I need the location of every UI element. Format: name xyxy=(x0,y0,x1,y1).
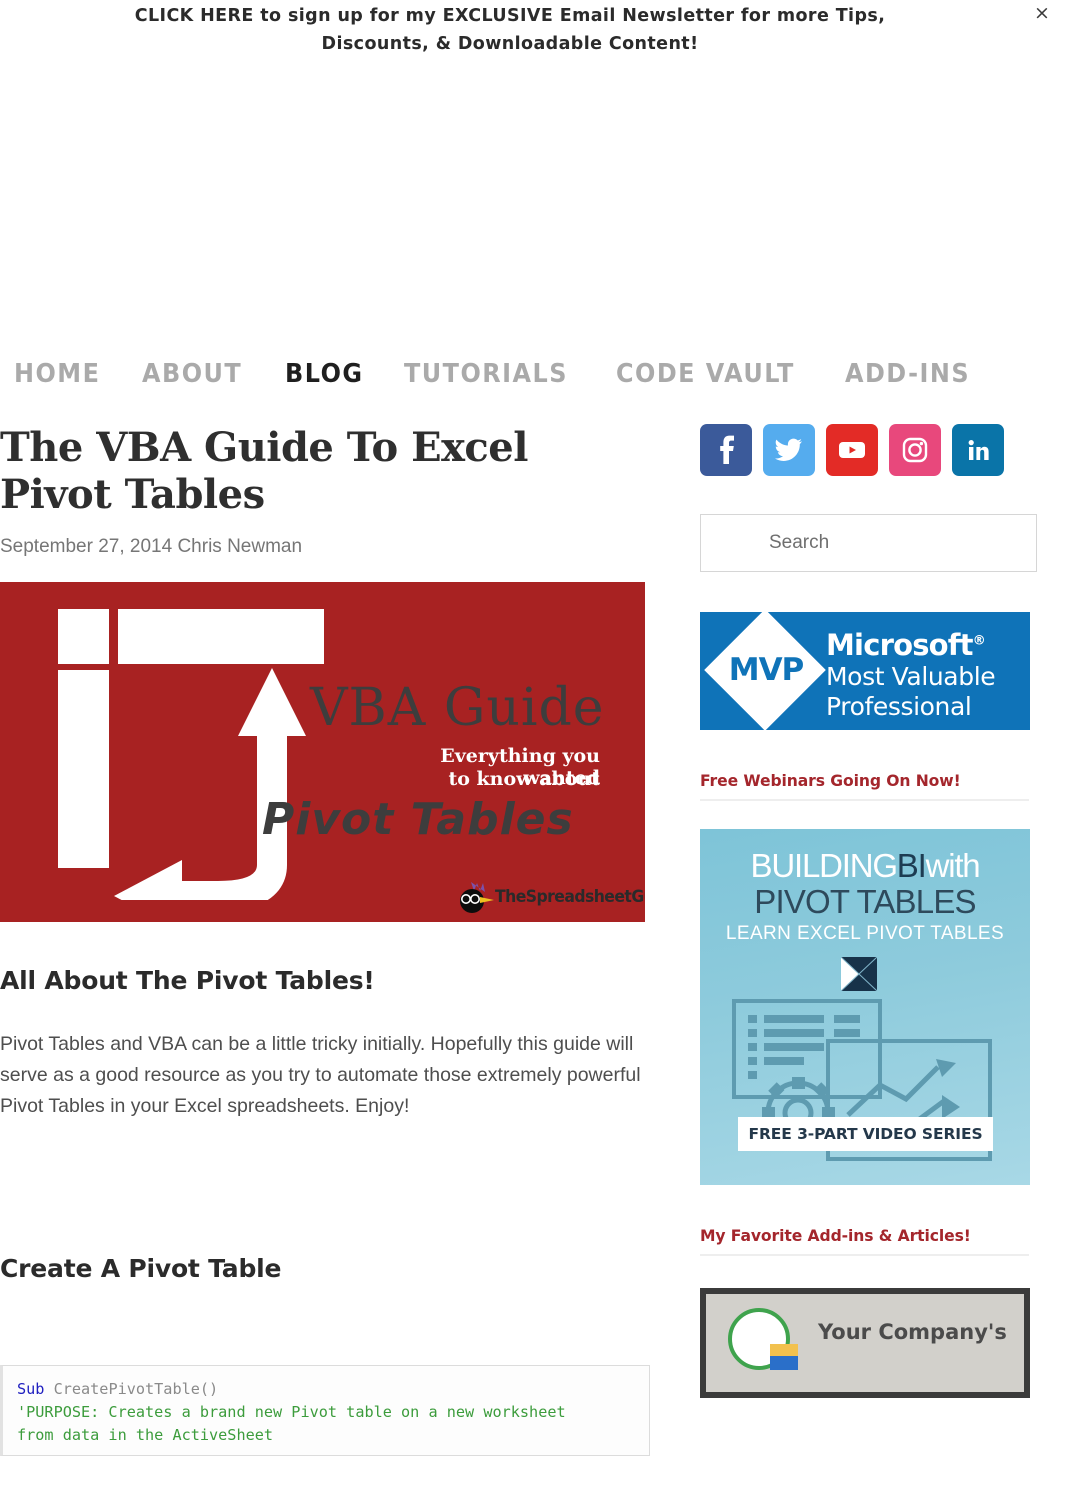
microsoft-mvp-badge[interactable]: MVP Microsoft® Most Valuable Professiona… xyxy=(700,612,1030,730)
section-heading-create-pivot-table: Create A Pivot Table xyxy=(0,1254,282,1283)
addin-ad-text: Your Company's xyxy=(818,1320,1007,1344)
nav-item-home[interactable]: HOME xyxy=(14,359,100,389)
featured-subline-2: to know about xyxy=(448,768,600,790)
youtube-icon[interactable] xyxy=(826,424,878,476)
nav-item-tutorials[interactable]: TUTORIALS xyxy=(404,359,568,389)
bi-ad-line-2: PIVOT TABLES xyxy=(754,883,976,920)
nav-item-add-ins[interactable]: ADD-INS xyxy=(845,359,970,389)
addin-ad-document-icon-band xyxy=(770,1356,798,1370)
divider xyxy=(700,799,1029,801)
code-line-2: 'PURPOSE: Creates a brand new Pivot tabl… xyxy=(17,1403,566,1421)
search-form xyxy=(700,514,1067,572)
bi-ad-line-1a: BUILDING xyxy=(750,847,898,884)
intro-paragraph: Pivot Tables and VBA can be a little tri… xyxy=(0,1033,641,1117)
code-procname: CreatePivotTable() xyxy=(44,1380,219,1398)
widget-title-addins: My Favorite Add-ins & Articles! xyxy=(700,1227,971,1245)
site-logo-text: TheSpreadsheetGuru.com xyxy=(495,887,645,907)
mvp-line-3: Professional xyxy=(826,692,972,721)
guru-bird-icon xyxy=(460,882,494,913)
addin-ad[interactable]: Your Company's xyxy=(700,1288,1030,1398)
post-meta: September 27, 2014 Chris Newman xyxy=(0,536,303,557)
article-column: The VBA Guide To Excel Pivot Tables Sept… xyxy=(0,408,660,1456)
addin-ad-document-icon xyxy=(770,1344,798,1370)
curved-arrow-icon xyxy=(114,668,306,900)
site-header-area xyxy=(0,62,1067,344)
main-navigation: HOME ABOUT BLOG TUTORIALS CODE VAULT ADD… xyxy=(0,350,1067,398)
featured-image: VBA Guide Everything you wanted to know … xyxy=(0,582,645,922)
bi-ad-cta-button[interactable]: FREE 3-PART VIDEO SERIES xyxy=(738,1117,993,1151)
section-heading-all-about: All About The Pivot Tables! xyxy=(0,966,375,995)
mvp-line-1: Microsoft® xyxy=(826,628,986,662)
newsletter-optin-bar: CLICK HERE to sign up for my EXCLUSIVE E… xyxy=(0,0,1067,62)
bi-ad-logo-icon xyxy=(841,957,877,991)
pivot-shape-header-cell xyxy=(58,609,109,664)
instagram-icon[interactable] xyxy=(889,424,941,476)
facebook-icon[interactable] xyxy=(700,424,752,476)
featured-topic: Pivot Tables xyxy=(262,794,574,845)
page-title: The VBA Guide To Excel Pivot Tables xyxy=(0,424,528,518)
building-bi-ad[interactable]: BUILDINGBIwith PIVOT TABLES LEARN EXCEL … xyxy=(700,829,1030,1185)
site-logo: TheSpreadsheetGuru.com xyxy=(455,880,645,914)
linkedin-icon[interactable] xyxy=(952,424,1004,476)
bi-ad-line-1: BUILDINGBIwith xyxy=(700,847,1030,885)
widget-title-webinars: Free Webinars Going On Now! xyxy=(700,772,961,790)
bi-ad-line-1c: with xyxy=(925,847,981,884)
mvp-diamond-label: MVP xyxy=(728,652,805,688)
social-links xyxy=(700,424,1067,476)
mvp-line-1-text: Microsoft xyxy=(826,628,973,662)
divider xyxy=(700,1254,1029,1256)
newsletter-line2: Discounts, & Downloadable Content! xyxy=(321,34,699,54)
sidebar: MVP Microsoft® Most Valuable Professiona… xyxy=(700,408,1067,1398)
mvp-registered-mark: ® xyxy=(972,633,986,649)
newsletter-rest-line1: to sign up for my EXCLUSIVE Email Newsle… xyxy=(253,6,886,26)
pivot-shape-header-row xyxy=(118,609,324,664)
search-input[interactable] xyxy=(700,514,1037,572)
mvp-line-2: Most Valuable xyxy=(826,662,996,691)
twitter-icon[interactable] xyxy=(763,424,815,476)
code-keyword: Sub xyxy=(17,1380,45,1398)
newsletter-optin-text: CLICK HERE to sign up for my EXCLUSIVE E… xyxy=(0,2,1020,58)
code-block[interactable]: Sub CreatePivotTable() 'PURPOSE: Creates… xyxy=(0,1365,650,1456)
close-icon[interactable]: × xyxy=(1031,2,1053,24)
bi-ad-line-3: LEARN EXCEL PIVOT TABLES xyxy=(725,923,1005,944)
nav-item-about[interactable]: ABOUT xyxy=(142,359,242,389)
nav-item-code-vault[interactable]: CODE VAULT xyxy=(616,359,795,389)
code-line-1: Sub CreatePivotTable() xyxy=(17,1378,635,1401)
addin-ad-circle-icon xyxy=(728,1308,798,1370)
code-line-3: from data in the ActiveSheet xyxy=(17,1426,274,1444)
bi-ad-line-1b: BI xyxy=(896,847,927,884)
nav-item-blog[interactable]: BLOG xyxy=(285,359,363,389)
newsletter-click-here-link[interactable]: CLICK HERE xyxy=(135,6,254,26)
addin-ad-inner: Your Company's xyxy=(706,1294,1024,1392)
featured-heading: VBA Guide xyxy=(310,678,605,738)
